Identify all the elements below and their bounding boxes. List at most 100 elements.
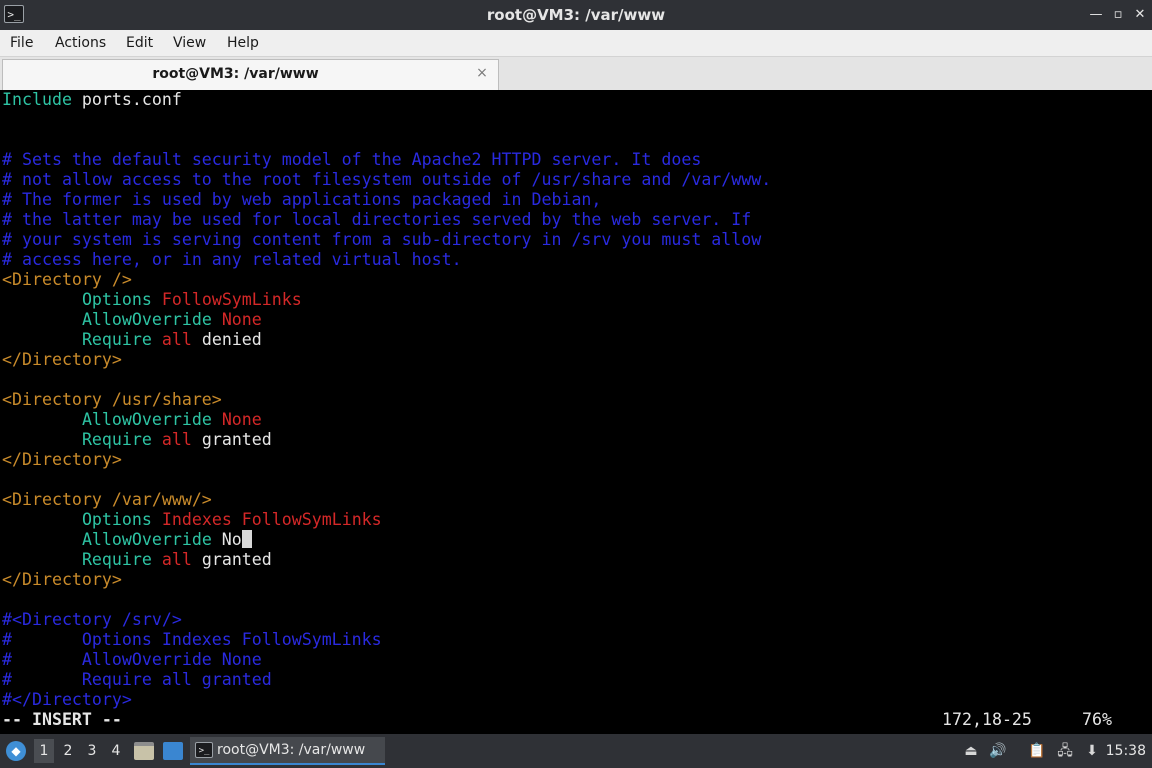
- code-token: # the latter may be used for local direc…: [2, 210, 752, 229]
- code-token: No: [211, 530, 242, 549]
- code-token: AllowOverride: [81, 530, 212, 549]
- code-line[interactable]: # Options Indexes FollowSymLinks: [2, 630, 382, 650]
- code-token: all: [161, 330, 192, 349]
- eject-icon[interactable]: ⏏: [961, 741, 981, 761]
- code-token: FollowSymLinks: [161, 290, 302, 309]
- window-titlebar: >_ root@VM3: /var/www — ▫ ✕: [0, 0, 1152, 30]
- code-token: all: [161, 550, 192, 569]
- code-token: denied: [191, 330, 262, 349]
- code-line[interactable]: <Directory /var/www/>: [2, 490, 212, 510]
- code-line[interactable]: # Sets the default security model of the…: [2, 150, 701, 170]
- code-line[interactable]: <Directory />: [2, 270, 132, 290]
- code-line[interactable]: # the latter may be used for local direc…: [2, 210, 751, 230]
- code-token: Indexes FollowSymLinks: [161, 510, 382, 529]
- code-token: <Directory /usr/share>: [2, 390, 222, 409]
- volume-icon[interactable]: 🔊: [988, 741, 1008, 761]
- code-line[interactable]: #<Directory /srv/>: [2, 610, 182, 630]
- menu-logo-icon[interactable]: ◆: [6, 741, 26, 761]
- close-icon[interactable]: ✕: [1130, 5, 1150, 25]
- code-token: Include: [2, 90, 72, 109]
- code-token: Options: [81, 290, 152, 309]
- network-icon[interactable]: 🖧: [1055, 741, 1075, 761]
- code-line[interactable]: # access here, or in any related virtual…: [2, 250, 462, 270]
- code-token: Options: [81, 510, 152, 529]
- maximize-icon[interactable]: ▫: [1108, 5, 1128, 25]
- code-line[interactable]: Require all granted: [2, 430, 272, 450]
- code-token: <Directory /var/www/>: [2, 490, 212, 509]
- code-line[interactable]: AllowOverride None: [2, 410, 262, 430]
- code-line[interactable]: Require all denied: [2, 330, 262, 350]
- show-desktop-icon[interactable]: [163, 742, 183, 760]
- code-line[interactable]: # Require all granted: [2, 670, 272, 690]
- code-line[interactable]: # The former is used by web applications…: [2, 190, 601, 210]
- code-token: # The former is used by web applications…: [2, 190, 602, 209]
- code-token: # Options Indexes FollowSymLinks: [2, 630, 382, 649]
- menu-edit[interactable]: Edit: [126, 30, 153, 56]
- cursor-position: 172,18-25: [942, 710, 1032, 729]
- clipboard-icon[interactable]: 📋: [1027, 741, 1047, 761]
- code-line[interactable]: </Directory>: [2, 350, 122, 370]
- code-token: Require: [81, 550, 152, 569]
- code-token: None: [221, 310, 262, 329]
- code-token: AllowOverride: [81, 310, 212, 329]
- code-token: ports.conf: [71, 90, 182, 109]
- code-line[interactable]: # AllowOverride None: [2, 650, 262, 670]
- code-line[interactable]: Options Indexes FollowSymLinks: [2, 510, 382, 530]
- code-token: Require: [81, 430, 152, 449]
- code-line[interactable]: </Directory>: [2, 450, 122, 470]
- code-token: <Directory />: [2, 270, 132, 289]
- file-manager-icon[interactable]: [134, 742, 154, 760]
- menu-help[interactable]: Help: [227, 30, 259, 56]
- workspace-3[interactable]: 3: [82, 739, 102, 763]
- code-line[interactable]: Require all granted: [2, 550, 272, 570]
- code-token: #</Directory>: [2, 690, 132, 709]
- workspace-2[interactable]: 2: [58, 739, 78, 763]
- update-icon[interactable]: ⬇: [1082, 741, 1102, 761]
- minimize-icon[interactable]: —: [1086, 5, 1106, 25]
- code-token: all: [161, 430, 192, 449]
- window-title: root@VM3: /var/www: [486, 6, 666, 24]
- terminal-area[interactable]: Include ports.conf # Sets the default sec…: [0, 90, 1152, 734]
- code-token: </Directory>: [2, 570, 122, 589]
- code-token: # Sets the default security model of the…: [2, 150, 702, 169]
- menu-file[interactable]: File: [10, 30, 33, 56]
- code-line[interactable]: <Directory /usr/share>: [2, 390, 222, 410]
- code-line[interactable]: Options FollowSymLinks: [2, 290, 302, 310]
- code-line[interactable]: # your system is serving content from a …: [2, 230, 761, 250]
- code-token: # Require all granted: [2, 670, 272, 689]
- terminal-icon: >_: [195, 742, 213, 758]
- code-token: # access here, or in any related virtual…: [2, 250, 462, 269]
- code-line[interactable]: #</Directory>: [2, 690, 132, 710]
- taskbar-terminal-task[interactable]: >_ root@VM3: /var/www: [190, 737, 385, 765]
- code-line[interactable]: # not allow access to the root filesyste…: [2, 170, 771, 190]
- menu-view[interactable]: View: [173, 30, 206, 56]
- menu-actions[interactable]: Actions: [55, 30, 106, 56]
- scroll-percent: 76%: [1082, 710, 1112, 729]
- code-line[interactable]: </Directory>: [2, 570, 122, 590]
- tab-close-icon[interactable]: ×: [474, 65, 490, 81]
- code-token: granted: [191, 430, 272, 449]
- workspace-4[interactable]: 4: [106, 739, 126, 763]
- workspace-1[interactable]: 1: [34, 739, 54, 763]
- code-token: #<Directory /srv/>: [2, 610, 182, 629]
- terminal-tab[interactable]: root@VM3: /var/www ×: [2, 59, 499, 90]
- code-line[interactable]: Include ports.conf: [2, 90, 182, 110]
- code-token: AllowOverride: [81, 410, 212, 429]
- code-token: </Directory>: [2, 350, 122, 369]
- code-line[interactable]: AllowOverride No: [2, 530, 252, 550]
- text-cursor: [241, 530, 252, 548]
- code-line[interactable]: AllowOverride None: [2, 310, 262, 330]
- code-token: # not allow access to the root filesyste…: [2, 170, 772, 189]
